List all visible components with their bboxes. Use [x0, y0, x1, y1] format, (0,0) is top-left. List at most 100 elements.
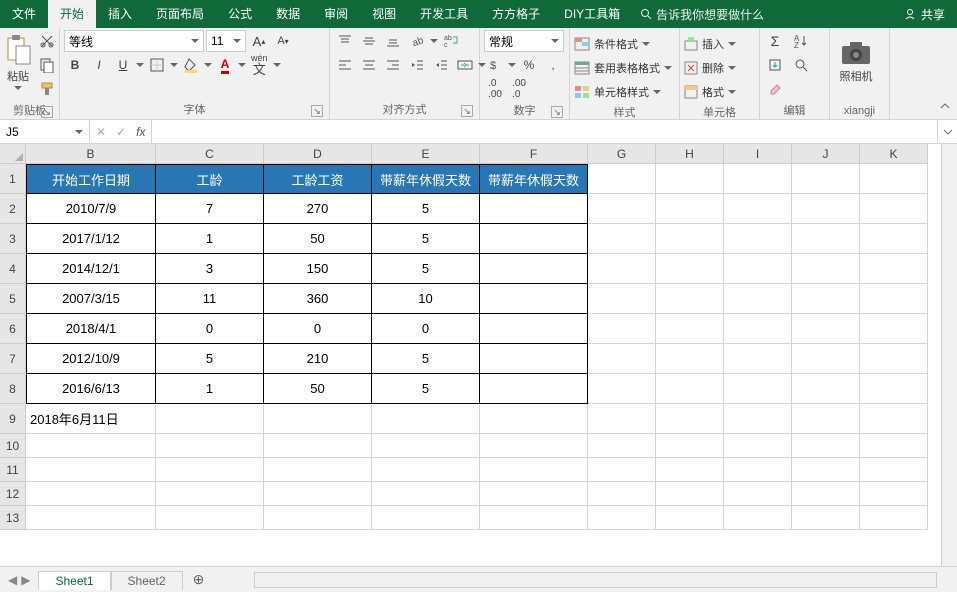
font-size-select[interactable]: 11 — [206, 30, 246, 52]
cell[interactable] — [372, 458, 480, 482]
vertical-scrollbar[interactable] — [941, 144, 957, 566]
cell[interactable] — [792, 314, 860, 344]
cell[interactable] — [792, 284, 860, 314]
cell[interactable] — [480, 506, 588, 530]
cell[interactable] — [588, 374, 656, 404]
row-header[interactable]: 12 — [0, 482, 26, 506]
cell[interactable] — [156, 482, 264, 506]
cell[interactable] — [372, 506, 480, 530]
expand-formula-bar-button[interactable] — [937, 120, 957, 143]
row-header[interactable]: 10 — [0, 434, 26, 458]
table-format-button[interactable]: 套用表格格式 — [574, 58, 672, 78]
dropdown-icon[interactable] — [238, 63, 246, 67]
align-center-button[interactable] — [358, 54, 380, 76]
border-button[interactable] — [146, 54, 168, 76]
row-header[interactable]: 13 — [0, 506, 26, 530]
cell[interactable]: 5 — [372, 344, 480, 374]
cells-area[interactable]: 开始工作日期工龄工龄工资带薪年休假天数带薪年休假天数2010/7/9727052… — [26, 164, 957, 530]
enter-formula-button[interactable]: ✓ — [116, 125, 126, 139]
cell[interactable]: 5 — [156, 344, 264, 374]
menu-formulas[interactable]: 公式 — [216, 0, 264, 28]
increase-indent-button[interactable] — [430, 54, 452, 76]
row-header[interactable]: 5 — [0, 284, 26, 314]
fill-button[interactable] — [764, 54, 786, 76]
dropdown-icon[interactable] — [430, 39, 438, 43]
cell[interactable] — [792, 506, 860, 530]
cell[interactable] — [264, 404, 372, 434]
cell[interactable] — [724, 284, 792, 314]
insert-cells-button[interactable]: 插入 — [684, 34, 736, 54]
cell[interactable] — [26, 482, 156, 506]
sheet-nav[interactable]: ◀ ▶ — [0, 573, 38, 587]
menu-data[interactable]: 数据 — [264, 0, 312, 28]
column-header[interactable]: K — [860, 144, 928, 164]
dialog-launcher-icon[interactable]: ↘ — [41, 106, 53, 118]
number-format-select[interactable]: 常规 — [484, 30, 564, 52]
cell[interactable]: 2012/10/9 — [26, 344, 156, 374]
name-box[interactable]: J5 — [0, 120, 90, 143]
row-header[interactable]: 9 — [0, 404, 26, 434]
increase-decimal-button[interactable]: .0.00 — [484, 78, 506, 100]
cell[interactable] — [860, 344, 928, 374]
cell[interactable]: 270 — [264, 194, 372, 224]
increase-font-button[interactable]: A▴ — [248, 30, 270, 52]
cell[interactable]: 210 — [264, 344, 372, 374]
cell[interactable] — [860, 284, 928, 314]
cell[interactable] — [860, 458, 928, 482]
cell[interactable] — [724, 194, 792, 224]
cell[interactable]: 0 — [264, 314, 372, 344]
menu-view[interactable]: 视图 — [360, 0, 408, 28]
cell[interactable] — [588, 458, 656, 482]
cell[interactable]: 1 — [156, 224, 264, 254]
cell[interactable] — [724, 434, 792, 458]
format-cells-button[interactable]: 格式 — [684, 82, 736, 102]
sort-filter-button[interactable]: AZ — [790, 30, 812, 52]
row-header[interactable]: 6 — [0, 314, 26, 344]
align-middle-button[interactable] — [358, 30, 380, 52]
menu-fanggezi[interactable]: 方方格子 — [480, 0, 552, 28]
cell[interactable] — [588, 284, 656, 314]
cell[interactable] — [656, 194, 724, 224]
cell[interactable] — [792, 194, 860, 224]
align-right-button[interactable] — [382, 54, 404, 76]
dialog-launcher-icon[interactable]: ↘ — [461, 105, 473, 117]
dropdown-icon[interactable] — [204, 63, 212, 67]
horizontal-scrollbar[interactable] — [254, 572, 937, 588]
decrease-decimal-button[interactable]: .00.0 — [508, 78, 530, 100]
row-header[interactable]: 7 — [0, 344, 26, 374]
column-header[interactable]: J — [792, 144, 860, 164]
cell[interactable] — [480, 224, 588, 254]
column-header[interactable]: G — [588, 144, 656, 164]
cancel-formula-button[interactable]: ✕ — [96, 125, 106, 139]
cell[interactable] — [264, 458, 372, 482]
add-sheet-button[interactable]: ⊕ — [183, 571, 215, 588]
cell-styles-button[interactable]: 单元格样式 — [574, 82, 661, 102]
cell[interactable] — [656, 458, 724, 482]
cell[interactable]: 2017/1/12 — [26, 224, 156, 254]
font-name-select[interactable]: 等线 — [64, 30, 204, 52]
cell[interactable] — [588, 164, 656, 194]
sheet-nav-prev-icon[interactable]: ◀ — [8, 573, 17, 587]
menu-file[interactable]: 文件 — [0, 0, 48, 28]
cell[interactable]: 5 — [372, 194, 480, 224]
cell[interactable]: 2016/6/13 — [26, 374, 156, 404]
decrease-font-button[interactable]: A▾ — [272, 30, 294, 52]
cell[interactable] — [26, 434, 156, 458]
cell[interactable] — [860, 482, 928, 506]
cell[interactable] — [588, 224, 656, 254]
cell[interactable] — [26, 458, 156, 482]
delete-cells-button[interactable]: 删除 — [684, 58, 736, 78]
comma-button[interactable]: , — [542, 54, 564, 76]
cell[interactable] — [860, 434, 928, 458]
cell[interactable] — [656, 404, 724, 434]
cell[interactable] — [480, 404, 588, 434]
cell[interactable] — [588, 482, 656, 506]
cell[interactable] — [156, 404, 264, 434]
cell[interactable] — [724, 374, 792, 404]
cell[interactable] — [588, 314, 656, 344]
cell[interactable]: 150 — [264, 254, 372, 284]
dialog-launcher-icon[interactable]: ↘ — [551, 106, 563, 118]
cell[interactable] — [588, 506, 656, 530]
cell[interactable] — [656, 224, 724, 254]
cell[interactable] — [656, 482, 724, 506]
